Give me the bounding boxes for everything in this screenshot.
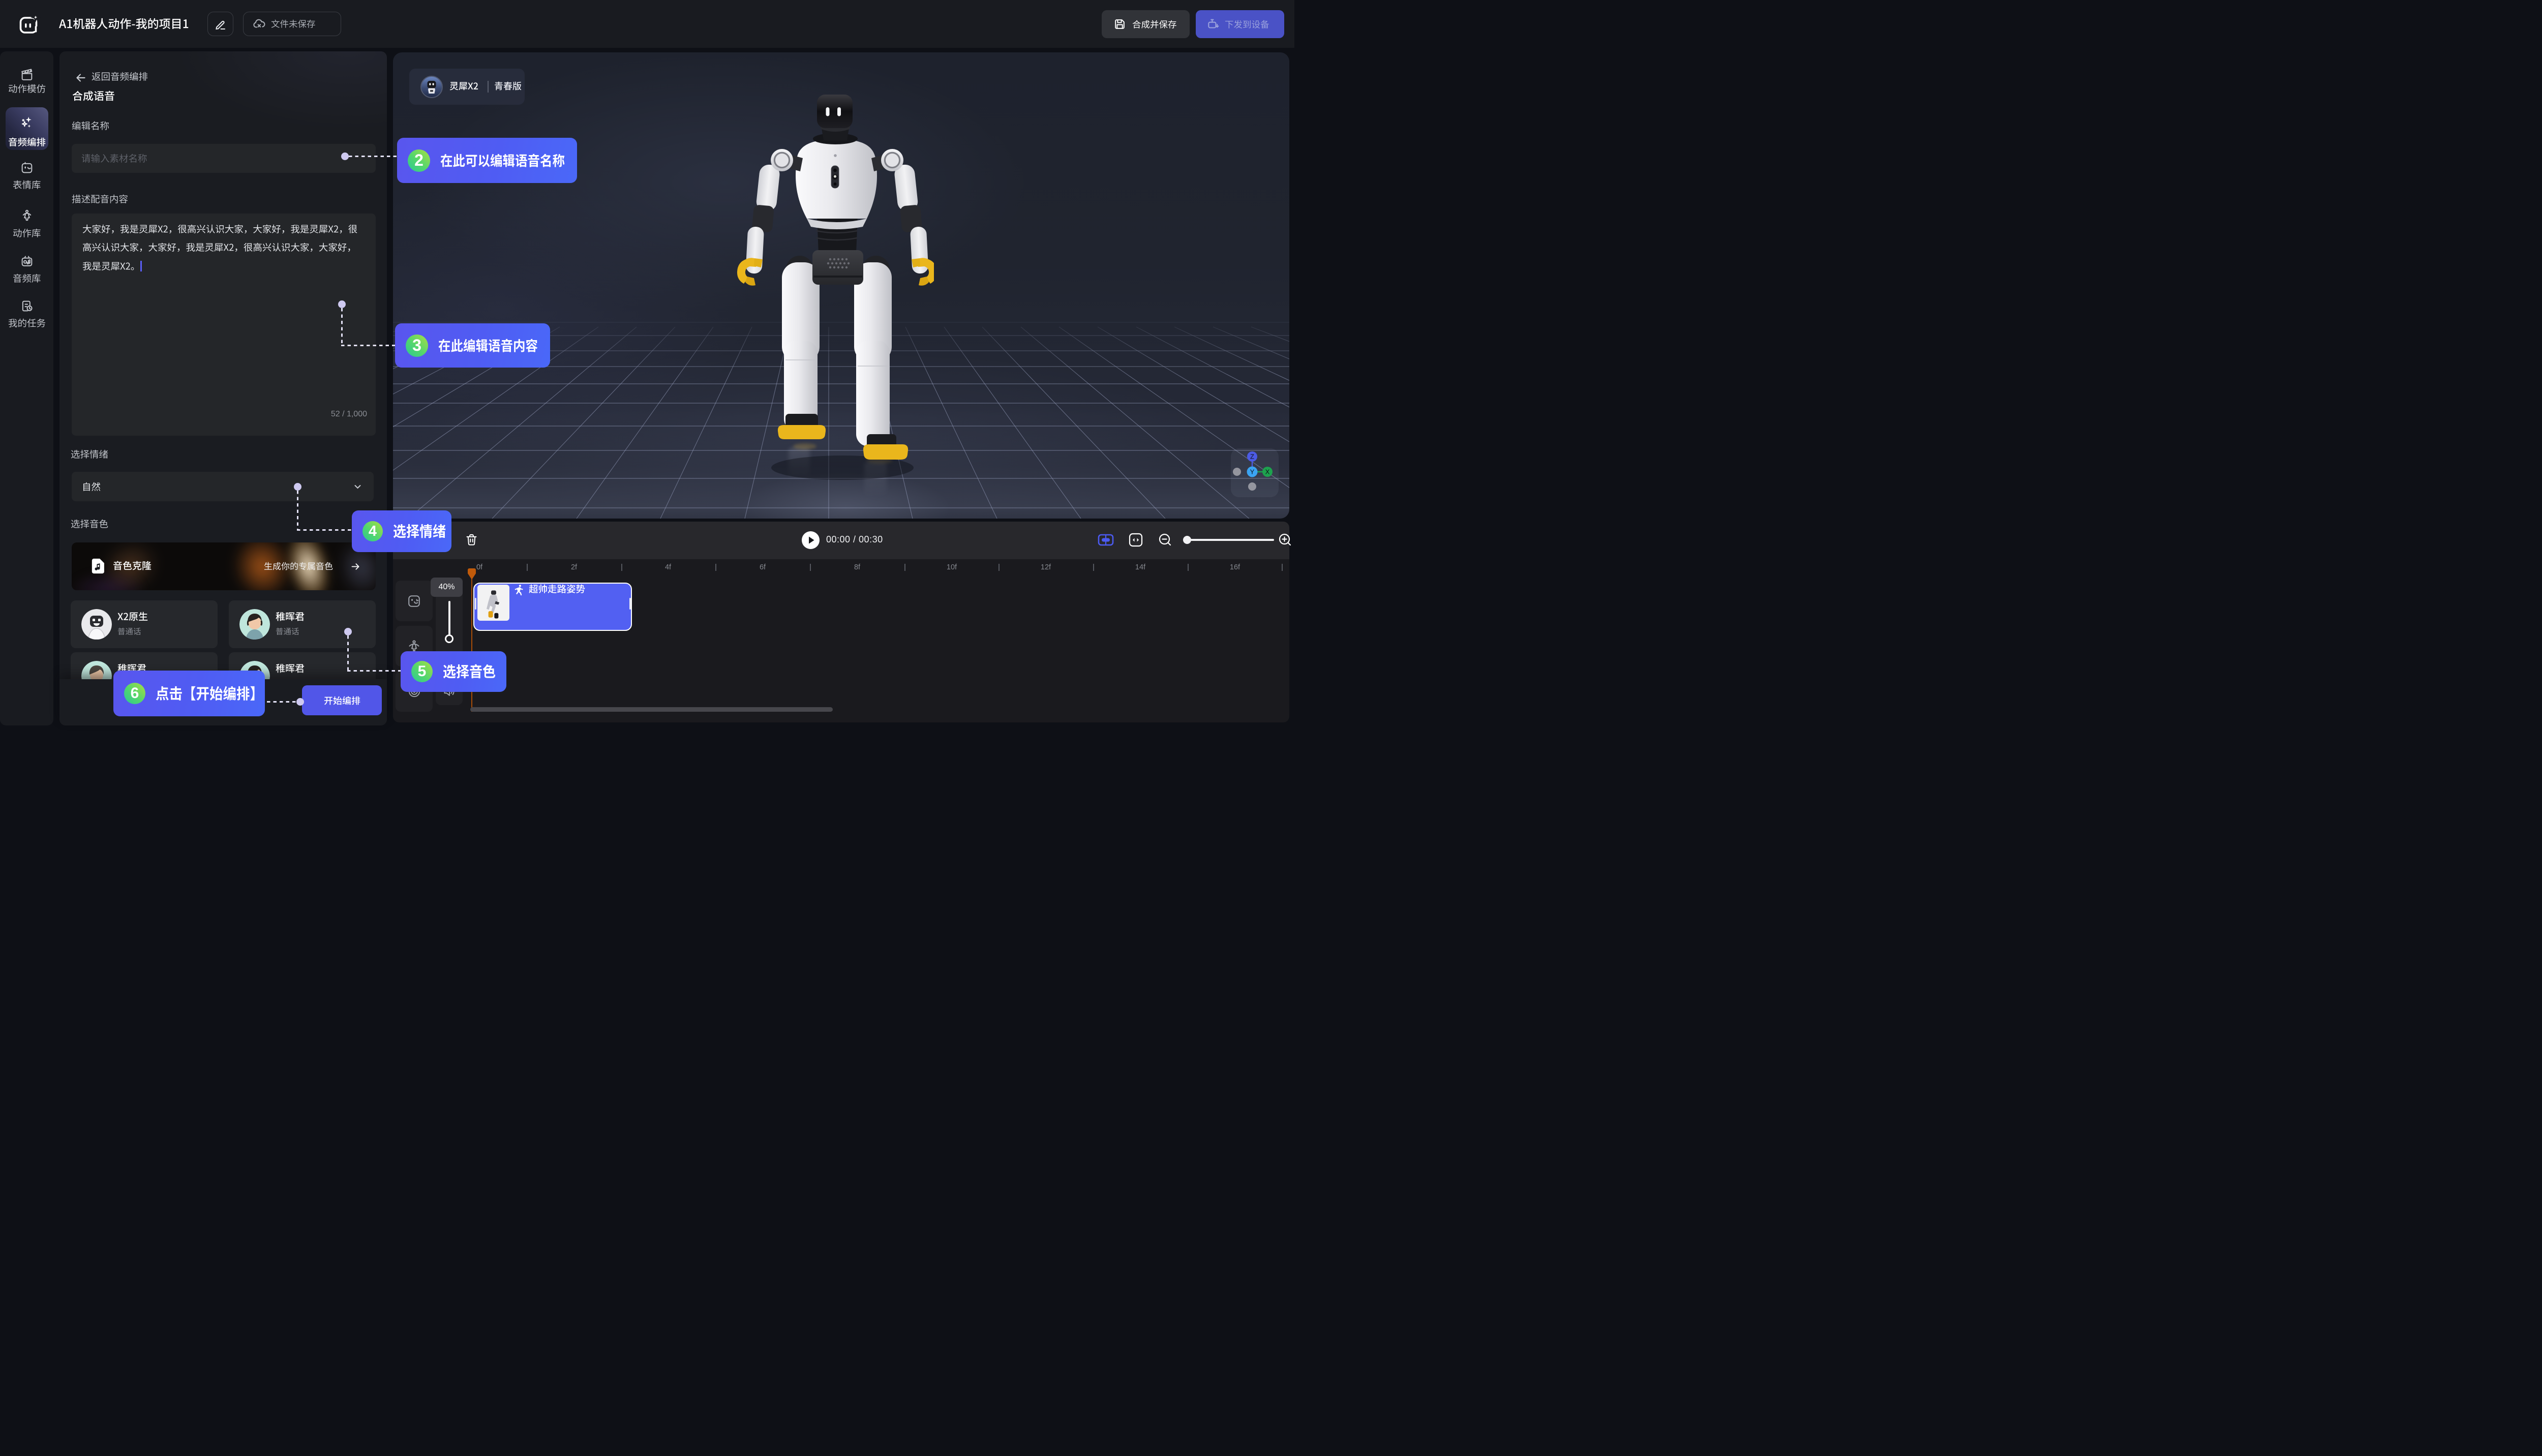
svg-text:X: X (1265, 468, 1270, 476)
svg-text:Y: Y (1250, 468, 1255, 476)
svg-text:Z: Z (1250, 453, 1254, 461)
